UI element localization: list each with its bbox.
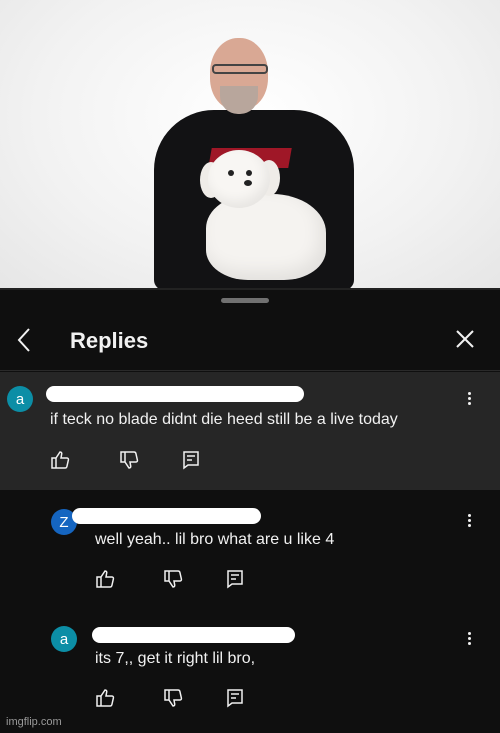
video-player[interactable] (0, 0, 500, 290)
video-dog (196, 150, 336, 284)
page-title: Replies (70, 328, 149, 353)
dog-eye-right (246, 170, 252, 176)
person-glasses (212, 64, 268, 74)
thumbs-up-icon[interactable] (95, 688, 115, 708)
comment-text: well yeah.. lil bro what are u like 4 (95, 531, 335, 548)
reply-icon[interactable] (181, 450, 201, 470)
thumbs-down-icon[interactable] (119, 450, 139, 470)
comment-text: if teck no blade didnt die heed still be… (50, 411, 398, 428)
thumbs-down-icon[interactable] (163, 688, 183, 708)
header-divider (0, 370, 500, 371)
watermark: imgflip.com (6, 716, 62, 728)
reply-icon[interactable] (225, 569, 245, 589)
close-icon[interactable] (454, 328, 476, 350)
avatar[interactable]: a (51, 626, 77, 652)
thumbs-up-icon[interactable] (95, 569, 115, 589)
redacted-username (46, 386, 304, 402)
thumbs-down-icon[interactable] (163, 569, 183, 589)
dog-nose (244, 180, 252, 186)
more-vert-icon[interactable] (466, 512, 472, 530)
avatar[interactable]: a (7, 386, 33, 412)
chevron-left-icon[interactable] (14, 326, 36, 354)
replies-header: Replies (0, 318, 500, 364)
redacted-username (72, 508, 261, 524)
dog-head (208, 150, 270, 208)
dog-body (206, 194, 326, 280)
more-vert-icon[interactable] (466, 630, 472, 648)
redacted-username (92, 627, 295, 643)
drag-handle[interactable] (221, 298, 269, 303)
comment-text: its 7,, get it right lil bro, (95, 650, 256, 667)
replies-sheet: Replies a if teck no blade didnt die hee… (0, 290, 500, 733)
more-vert-icon[interactable] (466, 390, 472, 408)
reply-icon[interactable] (225, 688, 245, 708)
thumbs-up-icon[interactable] (50, 450, 70, 470)
dog-eye-left (228, 170, 234, 176)
